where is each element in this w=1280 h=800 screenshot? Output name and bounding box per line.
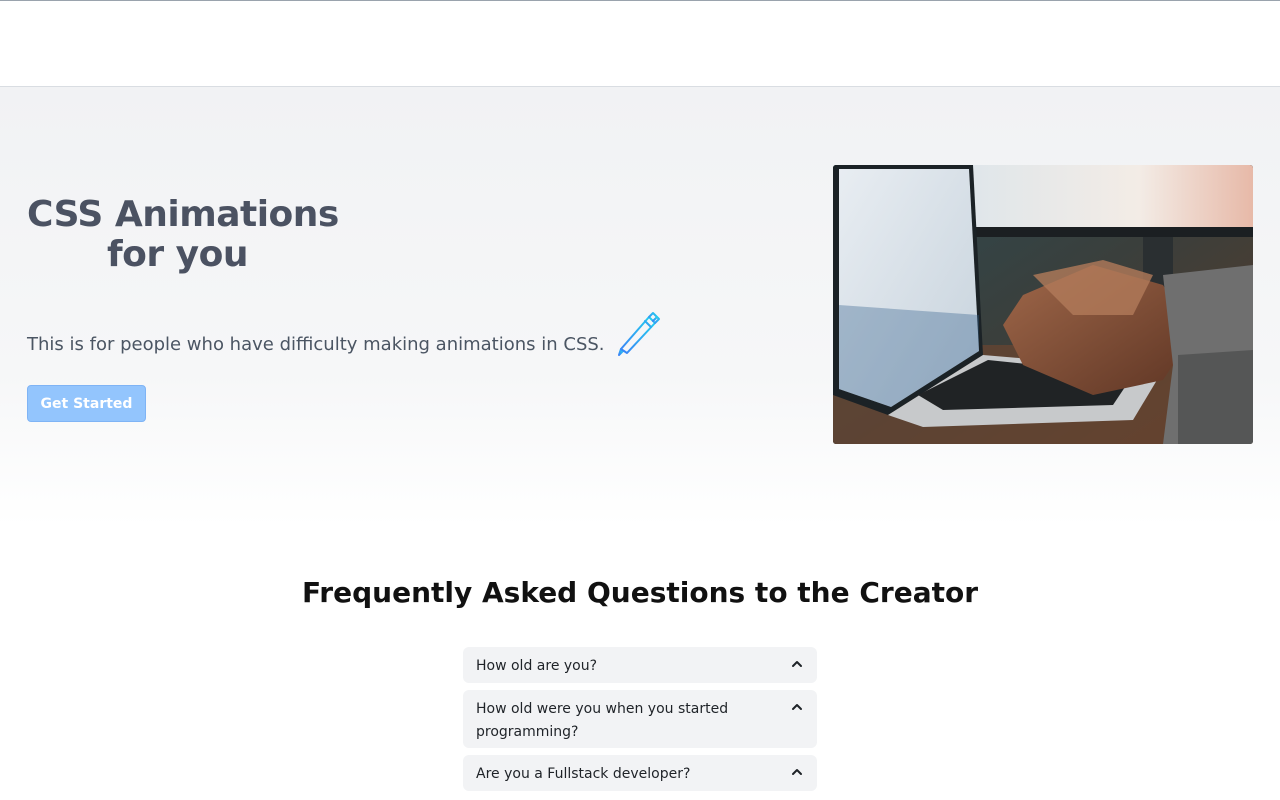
chevron-up-icon xyxy=(791,655,803,667)
faq-item-age[interactable]: How old are you? xyxy=(463,647,817,683)
faq-question: How old were you when you started progra… xyxy=(476,701,729,740)
hero-title: CSS Animations for you xyxy=(27,195,339,275)
hero-subtitle: This is for people who have difficulty m… xyxy=(27,334,605,355)
faq-title: Frequently Asked Questions to the Creato… xyxy=(301,576,979,609)
faq-question: Are you a Fullstack developer? xyxy=(476,766,691,782)
faq-question: How old are you? xyxy=(476,658,598,674)
faq-item-start-age[interactable]: How old were you when you started progra… xyxy=(463,690,817,748)
chevron-up-icon xyxy=(791,698,803,710)
hero-section: CSS Animations for you This is for peopl… xyxy=(0,87,1280,527)
hero-title-line2: for you xyxy=(107,234,249,275)
pen-icon xyxy=(613,309,663,359)
hero-subtitle-row: This is for people who have difficulty m… xyxy=(27,309,663,356)
top-navbar xyxy=(0,0,1280,87)
laptop-typing-photo xyxy=(833,165,1253,444)
chevron-up-icon xyxy=(791,763,803,775)
get-started-button[interactable]: Get Started xyxy=(27,385,146,422)
hero-title-line1: CSS Animations xyxy=(27,194,339,235)
faq-item-fullstack[interactable]: Are you a Fullstack developer? xyxy=(463,755,817,791)
